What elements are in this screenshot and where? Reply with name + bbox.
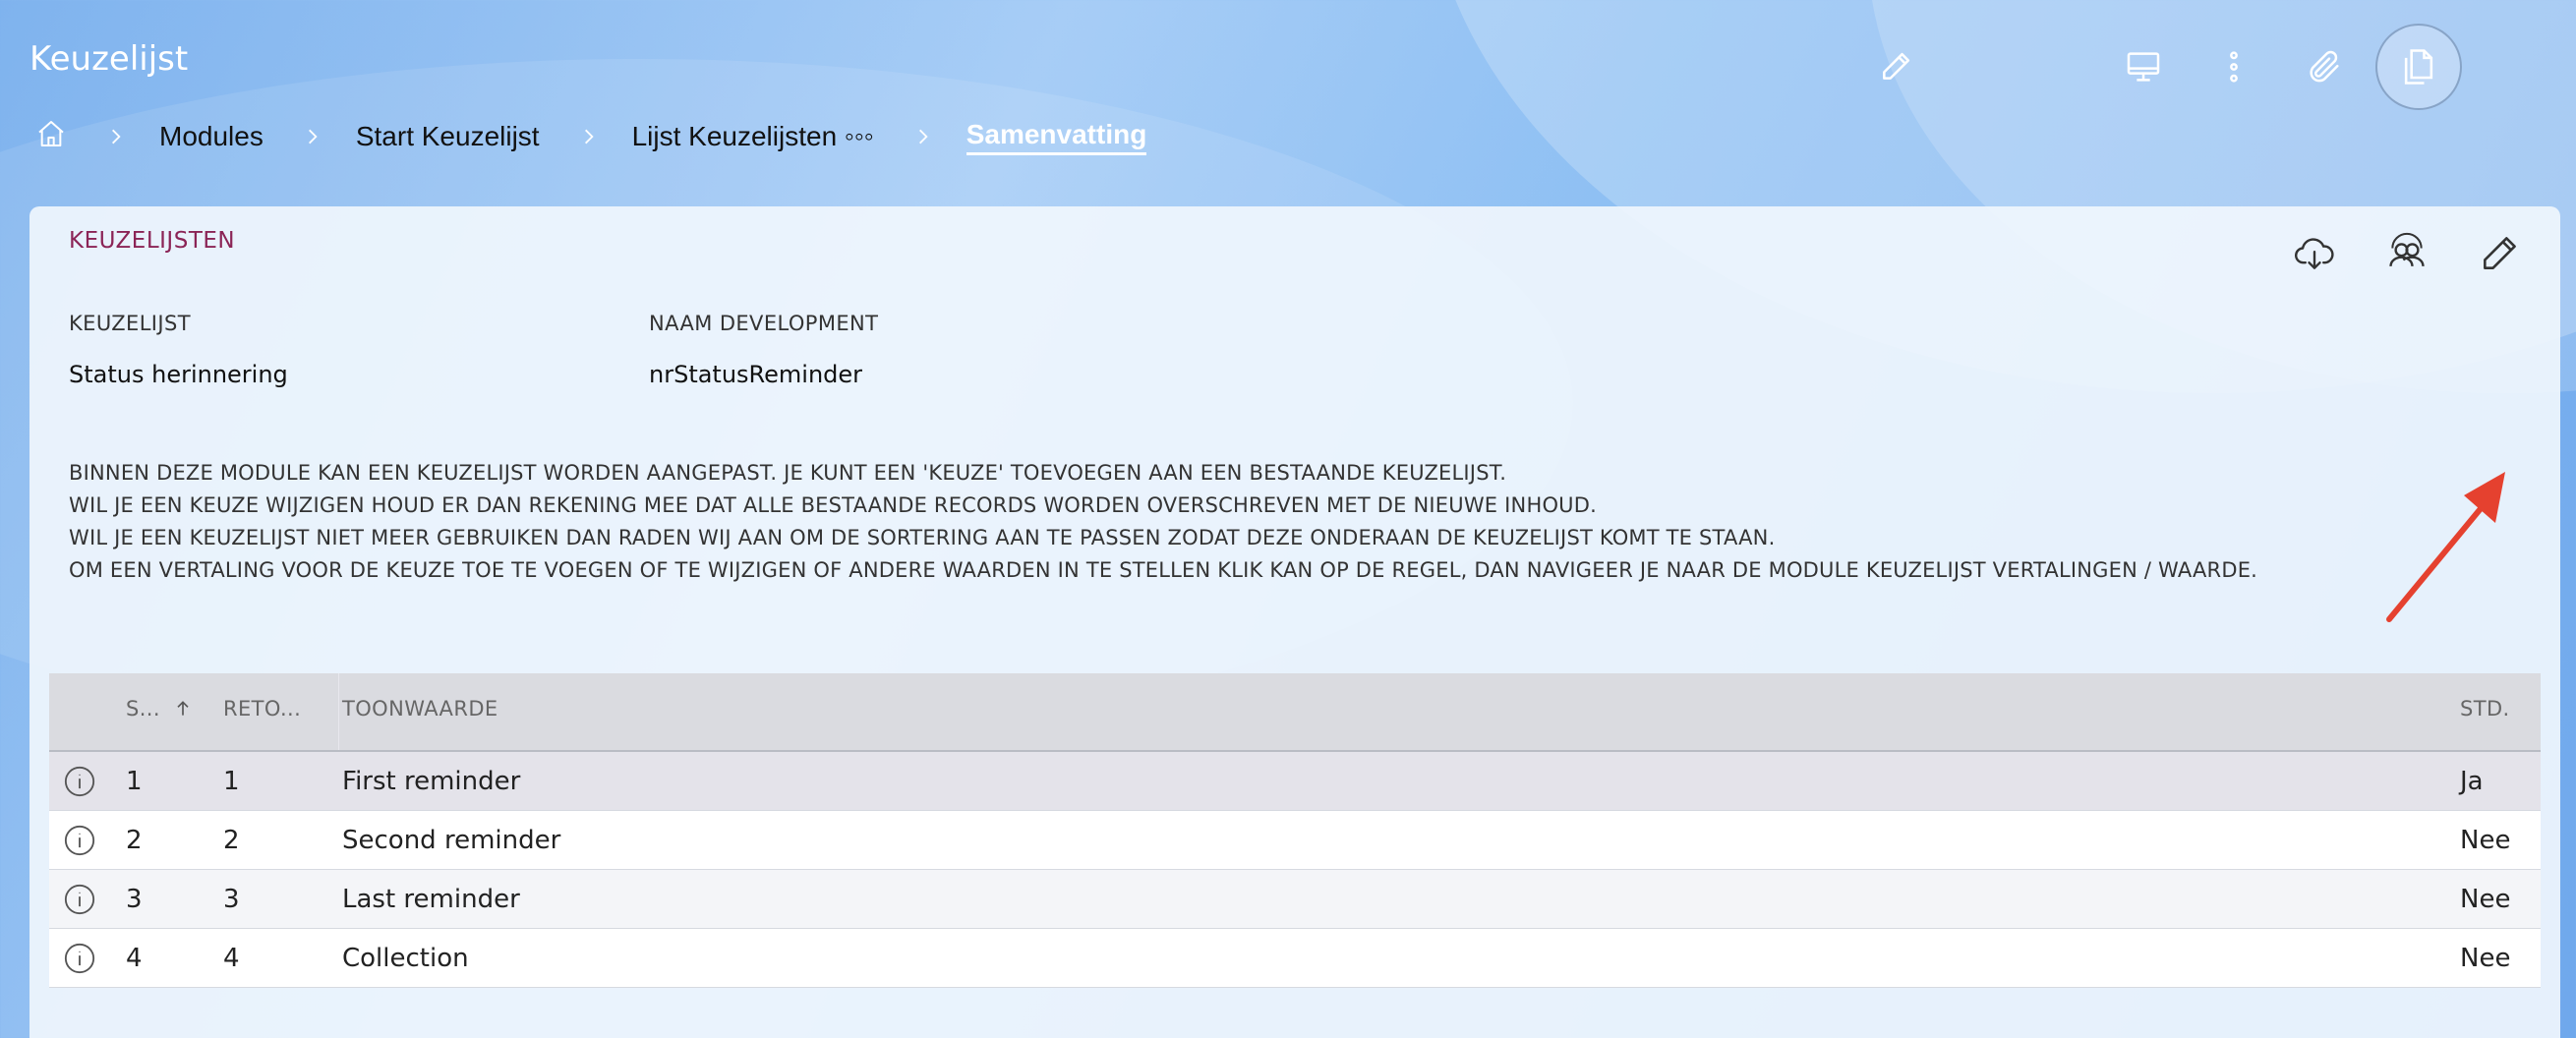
breadcrumb-start-keuzelijst[interactable]: Start Keuzelijst (356, 121, 540, 152)
column-header-display[interactable]: TOONWAARDE (342, 697, 498, 721)
cell-display: Second reminder (342, 826, 561, 855)
cell-sort: 2 (126, 826, 143, 855)
description-line: WIL JE EEN KEUZELIJST NIET MEER GEBRUIKE… (69, 526, 1776, 549)
breadcrumb-current: Samenvatting (966, 119, 1147, 155)
table-row[interactable]: 4 4 Collection Nee (49, 929, 2541, 988)
pencil-icon (2484, 237, 2516, 269)
module-description: BINNEN DEZE MODULE KAN EEN KEUZELIJST WO… (69, 457, 2507, 587)
home-link[interactable] (35, 118, 67, 156)
table-header: S... RETO... TOONWAARDE STD. (49, 673, 2541, 752)
chevron-right-icon (918, 129, 928, 144)
table-row[interactable]: 3 3 Last reminder Nee (49, 870, 2541, 929)
edit-title-button[interactable] (1878, 47, 1915, 85)
column-header-return[interactable]: RETO... (223, 697, 301, 721)
annotation-arrow (2386, 472, 2505, 622)
cell-return: 4 (223, 944, 240, 973)
cell-return: 3 (223, 885, 240, 914)
more-vertical-icon (2230, 51, 2238, 83)
cell-sort: 3 (126, 885, 143, 914)
edit-button[interactable] (2476, 230, 2523, 277)
pencil-icon (1883, 52, 1910, 80)
cell-std: Nee (2460, 885, 2511, 914)
chevron-right-icon (584, 129, 594, 144)
home-icon (38, 120, 64, 146)
field-label-keuzelijst: KEUZELIJST (69, 312, 191, 335)
users-button[interactable] (2383, 230, 2430, 277)
column-header-sort[interactable]: S... (126, 697, 160, 721)
card-title: KEUZELIJSTEN (69, 228, 236, 254)
cell-sort: 4 (126, 944, 143, 973)
download-button[interactable] (2291, 230, 2338, 277)
table-row[interactable]: 1 1 First reminder Ja (49, 752, 2541, 811)
cell-display: First reminder (342, 767, 521, 796)
more-options-button[interactable] (2214, 47, 2254, 86)
breadcrumb-modules[interactable]: Modules (159, 121, 263, 152)
breadcrumb-lijst-keuzelijsten[interactable]: Lijst Keuzelijsten ◦◦◦ (632, 121, 874, 152)
display-button[interactable] (2124, 47, 2163, 86)
description-line: BINNEN DEZE MODULE KAN EEN KEUZELIJST WO… (69, 461, 1507, 485)
column-header-std[interactable]: STD. (2460, 697, 2510, 721)
users-icon (2389, 232, 2425, 266)
breadcrumb: Modules Start Keuzelijst Lijst Keuzelijs… (35, 113, 1147, 160)
field-value-naam-development: nrStatusReminder (649, 361, 863, 388)
cell-std: Nee (2460, 826, 2511, 855)
chevron-right-icon (112, 129, 121, 144)
info-icon[interactable] (63, 942, 96, 975)
column-divider (338, 673, 339, 750)
cell-return: 2 (223, 826, 240, 855)
cell-sort: 1 (126, 767, 143, 796)
choices-table: S... RETO... TOONWAARDE STD. 1 1 First r… (49, 673, 2541, 988)
sort-ascending-icon[interactable] (173, 699, 193, 719)
document-copy-icon (2404, 49, 2433, 85)
info-icon[interactable] (63, 824, 96, 857)
description-line: WIL JE EEN KEUZE WIJZIGEN HOUD ER DAN RE… (69, 493, 1597, 517)
cell-std: Ja (2460, 767, 2484, 796)
cell-return: 1 (223, 767, 240, 796)
paperclip-icon (2310, 50, 2339, 83)
info-icon[interactable] (63, 883, 96, 916)
chevron-right-icon (308, 129, 318, 144)
summary-card: KEUZELIJSTEN KEUZELIJST Status herinneri… (29, 206, 2560, 1038)
documents-button[interactable] (2375, 24, 2462, 110)
description-line: OM EEN VERTALING VOOR DE KEUZE TOE TE VO… (69, 558, 2258, 582)
table-row[interactable]: 2 2 Second reminder Nee (49, 811, 2541, 870)
field-value-keuzelijst: Status herinnering (69, 361, 288, 388)
cell-display: Collection (342, 944, 469, 973)
field-label-naam-development: NAAM DEVELOPMENT (649, 312, 879, 335)
cloud-download-icon (2295, 238, 2334, 269)
cell-display: Last reminder (342, 885, 520, 914)
cell-std: Nee (2460, 944, 2511, 973)
monitor-icon (2127, 52, 2160, 82)
page-title: Keuzelijst (29, 39, 189, 79)
attachments-button[interactable] (2305, 47, 2344, 86)
info-icon[interactable] (63, 765, 96, 798)
